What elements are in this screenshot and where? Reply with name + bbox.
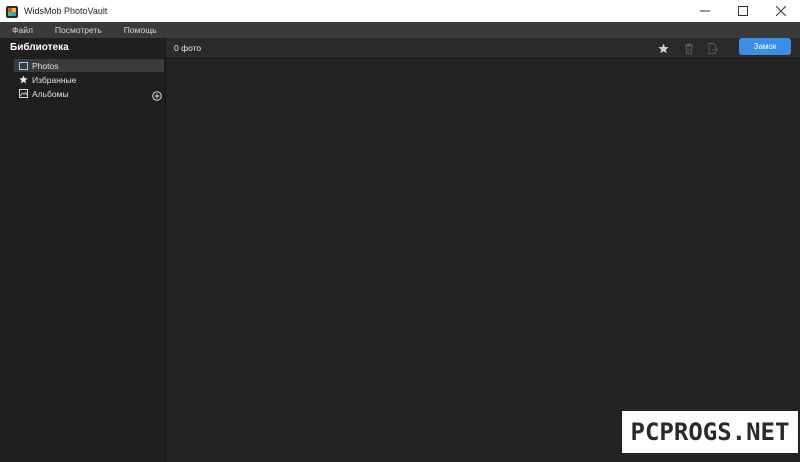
sidebar-item-photos[interactable]: Photos — [14, 59, 164, 72]
sidebar-item-albums[interactable]: Альбомы — [14, 87, 164, 100]
close-button[interactable] — [762, 0, 800, 22]
watermark: PCPROGS.NET — [622, 411, 798, 453]
album-icon — [18, 89, 28, 99]
trash-icon — [685, 42, 693, 54]
sidebar-title: Библиотека — [10, 42, 69, 53]
star-icon — [18, 75, 28, 85]
export-button[interactable] — [707, 42, 719, 54]
maximize-icon — [738, 6, 748, 16]
app-window: WidsMob PhotoVault Файл Посмотреть Помощ… — [0, 0, 800, 462]
star-icon — [657, 43, 669, 53]
delete-button[interactable] — [683, 42, 695, 54]
photo-frame-icon — [18, 61, 28, 71]
minimize-button[interactable] — [686, 0, 724, 22]
menu-file[interactable]: Файл — [0, 25, 41, 35]
main-toolbar: 0 фото Замок — [166, 38, 800, 59]
minimize-icon — [700, 10, 710, 12]
sidebar-item-favorites[interactable]: Избранные — [14, 73, 164, 86]
sidebar-item-label: Photos — [32, 60, 59, 71]
window-title: WidsMob PhotoVault — [24, 6, 108, 16]
export-icon — [708, 42, 718, 54]
menu-bar: Файл Посмотреть Помощь — [0, 22, 800, 38]
close-icon — [776, 6, 786, 16]
favorite-button[interactable] — [657, 42, 669, 54]
photo-grid-area[interactable] — [166, 59, 800, 462]
maximize-button[interactable] — [724, 0, 762, 22]
menu-help[interactable]: Помощь — [110, 25, 165, 35]
app-logo-icon — [6, 5, 18, 18]
add-album-button[interactable] — [152, 88, 162, 101]
photo-count: 0 фото — [174, 43, 202, 53]
menu-view[interactable]: Посмотреть — [41, 25, 110, 35]
sidebar-item-label: Избранные — [32, 74, 77, 85]
title-bar: WidsMob PhotoVault — [0, 0, 800, 23]
window-controls — [686, 0, 800, 22]
sidebar-item-label: Альбомы — [32, 88, 69, 99]
plus-circle-icon — [152, 91, 162, 101]
lock-button[interactable]: Замок — [739, 38, 791, 55]
sidebar: Библиотека Photos Избранные Альбомы — [0, 38, 166, 462]
